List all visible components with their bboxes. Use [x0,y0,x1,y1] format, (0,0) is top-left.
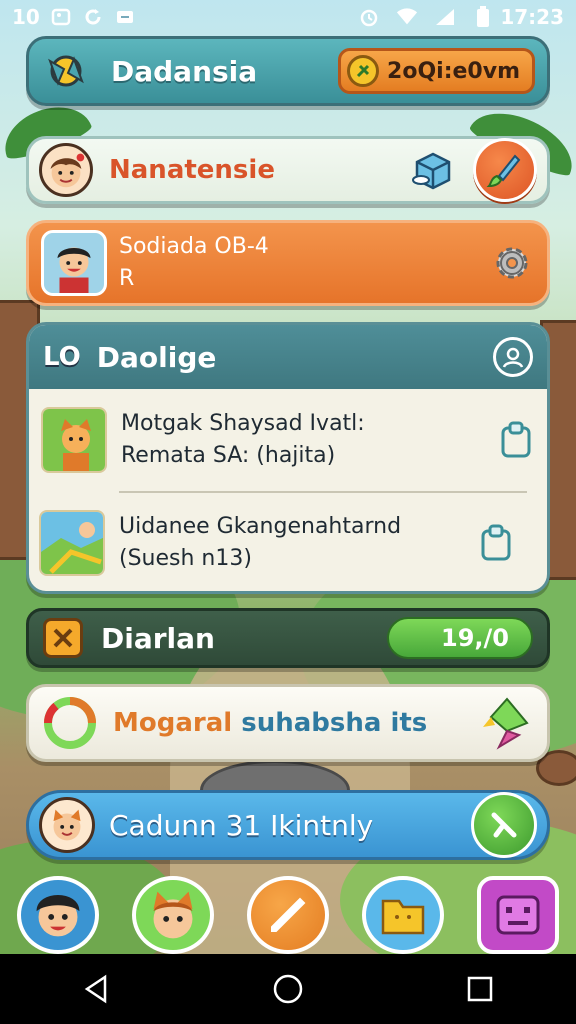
currency-label: Diarlan [101,621,215,655]
status-time: 17:23 [500,5,564,29]
list-item[interactable]: Motgak Shaysad Ivatl: Remata SA: (hajita… [29,389,547,491]
list-item[interactable]: Uidanee Gkangenahtarnd (Suesh n13) [39,491,527,591]
gear-icon[interactable] [489,240,535,286]
avatar-icon[interactable] [39,143,93,197]
kite-icon[interactable] [479,695,535,751]
currency-bar: Diarlan 19,/0 [26,608,550,668]
list-item-subtitle: (Suesh n13) [119,546,252,571]
app-header: Dadansia 2oQi:e0vm [26,36,550,106]
recents-icon[interactable] [460,969,500,1009]
currency-value: 2oQi:e0vm [387,58,520,84]
alarm-icon [358,6,380,28]
minus-icon [114,6,136,28]
battery-icon [472,6,494,28]
cta-label: Cadunn 31 Ikintnly [109,808,374,842]
profile-ring-icon[interactable] [493,337,533,377]
back-icon[interactable] [76,969,116,1009]
cat-avatar-icon[interactable] [131,876,214,954]
clipboard-icon[interactable] [477,523,515,563]
signal-icon [434,6,456,28]
quest-card[interactable]: Sodiada OB-4 R [26,220,550,306]
folder-icon[interactable] [362,876,445,954]
banner-text-b: suhabsha its [241,708,428,738]
robot-icon[interactable] [477,876,560,954]
app-title: Dadansia [111,54,258,88]
compass-icon[interactable] [41,46,91,96]
quest-line2: R [119,266,135,291]
check-icon[interactable] [471,792,537,858]
refresh-icon [82,6,104,28]
brush-icon [486,154,521,188]
image-icon [50,6,72,28]
clipboard-icon[interactable] [497,420,535,460]
fox-thumbnail [41,407,107,473]
map-thumbnail [39,510,105,576]
list-item-subtitle: Remata SA: (hajita) [121,443,336,468]
system-nav-bar [0,954,576,1024]
note-icon[interactable] [246,876,329,954]
crate-icon[interactable] [409,146,457,194]
list-item-title: Uidanee Gkangenahtarnd [119,514,402,539]
close-icon[interactable] [43,618,83,658]
list-item-title: Motgak Shaysad Ivatl: [121,411,365,436]
brush-button[interactable] [473,138,537,202]
wifi-icon [396,6,418,28]
coin-icon [347,55,380,87]
panel-badge: LO [43,342,81,372]
currency-pill[interactable]: 2oQi:e0vm [338,48,535,94]
character-portrait [41,230,107,296]
panel-title: Daolige [96,340,217,374]
quest-line1: Sodiada OB-4 [119,234,269,259]
player-name: Nanatensie [109,155,275,185]
swirl-icon [41,694,99,752]
status-bar: 10 17:23 [0,0,576,34]
profile-card[interactable]: Nanatensie [26,136,550,204]
currency-amount[interactable]: 19,/0 [387,617,533,659]
boy-avatar-icon[interactable] [16,876,99,954]
status-left-text: 10 [12,5,40,29]
promo-banner[interactable]: Mogaral suhabsha its [26,684,550,762]
daily-panel: LO Daolige Motgak Shaysad Ivatl: Remata … [26,322,550,594]
panel-header: LO Daolige [29,325,547,389]
home-icon[interactable] [268,969,308,1009]
cta-button[interactable]: Cadunn 31 Ikintnly [26,790,550,860]
banner-text-a: Mogaral [113,708,233,738]
bottom-dock [0,876,576,954]
cat-avatar-icon [39,797,95,853]
